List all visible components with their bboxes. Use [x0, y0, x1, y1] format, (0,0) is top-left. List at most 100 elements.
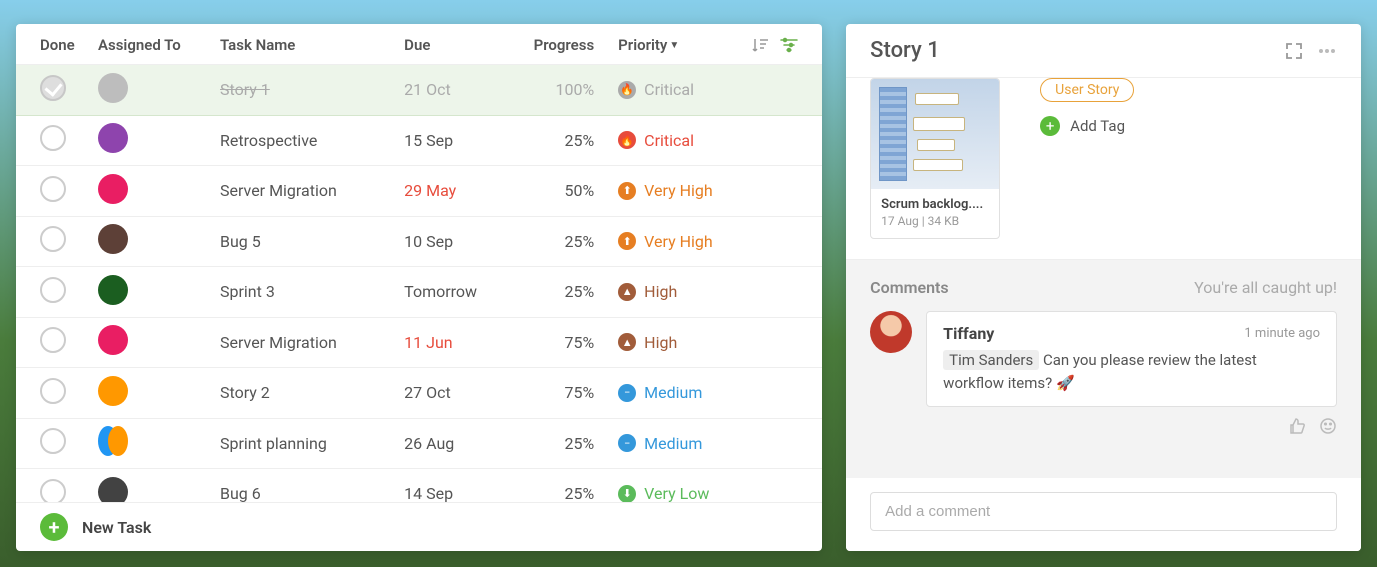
priority-label: Critical	[644, 80, 694, 99]
add-tag-button[interactable]: + Add Tag	[1040, 116, 1134, 136]
done-checkbox[interactable]	[40, 75, 66, 101]
task-priority: −Medium	[618, 383, 702, 402]
attachment-meta: 17 Aug | 34 KB	[871, 214, 999, 238]
task-priority: ⬇ Very Low	[618, 484, 709, 502]
mention[interactable]: Tim Sanders	[943, 350, 1039, 370]
done-checkbox[interactable]	[40, 277, 66, 303]
avatar	[98, 73, 128, 103]
done-checkbox[interactable]	[40, 378, 66, 404]
avatar	[98, 275, 128, 305]
tag-user-story[interactable]: User Story	[1040, 78, 1134, 102]
task-progress: 100%	[522, 80, 618, 99]
priority-label: High	[644, 333, 677, 352]
done-checkbox[interactable]	[40, 327, 66, 353]
task-priority: ▲ High	[618, 282, 677, 301]
task-priority: −Medium	[618, 434, 702, 453]
task-priority: 🔥Critical	[618, 131, 694, 150]
done-checkbox[interactable]	[40, 428, 66, 454]
tags-column: User Story + Add Tag	[1040, 78, 1134, 239]
table-row[interactable]: Story 227 Oct75%−Medium	[16, 368, 822, 419]
table-row[interactable]: Bug 510 Sep25%⬆ Very High	[16, 217, 822, 268]
task-priority: ⬆ Very High	[618, 232, 713, 251]
done-checkbox[interactable]	[40, 226, 66, 252]
expand-icon[interactable]	[1285, 42, 1303, 60]
new-task-label: New Task	[82, 518, 151, 537]
add-tag-label: Add Tag	[1070, 117, 1125, 135]
task-due: 27 Oct	[404, 383, 522, 402]
task-name: Retrospective	[220, 131, 404, 150]
table-row[interactable]: Sprint 3Tomorrow25%▲High	[16, 267, 822, 318]
priority-icon: ⬆	[618, 232, 636, 250]
detail-actions	[1285, 42, 1337, 60]
caught-up-label: You're all caught up!	[1194, 278, 1337, 297]
detail-body: Scrum backlog.... 17 Aug | 34 KB User St…	[846, 78, 1361, 260]
task-name: Sprint 3	[220, 282, 404, 301]
task-due: 26 Aug	[404, 434, 522, 453]
attachment-card[interactable]: Scrum backlog.... 17 Aug | 34 KB	[870, 78, 1000, 239]
detail-header: Story 1	[846, 24, 1361, 78]
priority-label: High	[644, 282, 677, 301]
more-icon[interactable]	[1317, 42, 1337, 60]
avatar	[98, 123, 128, 153]
priority-label: Very High	[644, 232, 713, 251]
done-checkbox[interactable]	[40, 479, 66, 502]
new-task-button[interactable]: + New Task	[16, 502, 822, 551]
attachment-name: Scrum backlog....	[871, 189, 999, 214]
column-header-done[interactable]: Done	[40, 36, 98, 54]
task-due: 10 Sep	[404, 232, 522, 251]
comments-header: Comments You're all caught up!	[870, 278, 1337, 297]
task-due: Tomorrow	[404, 282, 522, 301]
task-progress: 75%	[522, 383, 618, 402]
priority-label: Very Low	[644, 484, 709, 502]
task-progress: 25%	[522, 484, 618, 502]
task-name: Story 2	[220, 383, 404, 402]
header-actions	[738, 37, 798, 53]
task-header-row: Done Assigned To Task Name Due Progress …	[16, 24, 822, 65]
priority-icon: ⬇	[618, 485, 636, 502]
filter-icon[interactable]	[780, 37, 798, 53]
avatar	[98, 174, 128, 204]
column-header-progress[interactable]: Progress	[522, 36, 618, 54]
comment-bubble: Tiffany 1 minute ago Tim Sanders Can you…	[926, 311, 1337, 407]
avatar	[98, 477, 128, 502]
priority-icon: 🔥	[618, 131, 636, 149]
column-header-task[interactable]: Task Name	[220, 36, 404, 54]
comment-author: Tiffany	[943, 324, 994, 343]
table-row[interactable]: Retrospective15 Sep25%🔥Critical	[16, 116, 822, 167]
comments-heading: Comments	[870, 278, 948, 297]
task-due: 29 May	[404, 181, 522, 200]
task-due: 14 Sep	[404, 484, 522, 502]
priority-icon: 🔥	[618, 81, 636, 99]
done-checkbox[interactable]	[40, 125, 66, 151]
priority-label: Medium	[644, 383, 702, 402]
avatar	[98, 325, 128, 355]
done-checkbox[interactable]	[40, 176, 66, 202]
table-row[interactable]: Server Migration29 May50%⬆Very High	[16, 166, 822, 217]
task-due: 11 Jun	[404, 333, 522, 352]
table-row[interactable]: Story 121 Oct100%🔥Critical	[16, 65, 822, 116]
task-progress: 25%	[522, 232, 618, 251]
task-progress: 50%	[522, 181, 618, 200]
thumbsup-icon[interactable]	[1289, 417, 1307, 435]
task-name: Bug 5	[220, 232, 404, 251]
table-row[interactable]: Sprint planning26 Aug25%−Medium	[16, 419, 822, 470]
task-priority: ▲ High	[618, 333, 677, 352]
task-rows: Story 121 Oct100%🔥CriticalRetrospective1…	[16, 65, 822, 502]
priority-label: Medium	[644, 434, 702, 453]
priority-icon: ▲	[618, 283, 636, 301]
emoji-icon[interactable]	[1319, 417, 1337, 435]
task-name: Story 1	[220, 80, 404, 99]
task-name: Server Migration	[220, 181, 404, 200]
sort-icon[interactable]	[752, 37, 770, 53]
column-header-due[interactable]: Due	[404, 36, 522, 54]
column-header-priority[interactable]: Priority▼	[618, 36, 738, 54]
comment-input[interactable]	[870, 492, 1337, 531]
priority-icon: ⬆	[618, 182, 636, 200]
column-header-assigned[interactable]: Assigned To	[98, 36, 220, 54]
task-priority: 🔥 Critical	[618, 80, 694, 99]
priority-icon: ▲	[618, 333, 636, 351]
comment-reactions	[926, 417, 1337, 435]
task-name: Sprint planning	[220, 434, 404, 453]
table-row[interactable]: Server Migration11 Jun75%▲High	[16, 318, 822, 369]
table-row[interactable]: Bug 614 Sep25%⬇Very Low	[16, 469, 822, 502]
